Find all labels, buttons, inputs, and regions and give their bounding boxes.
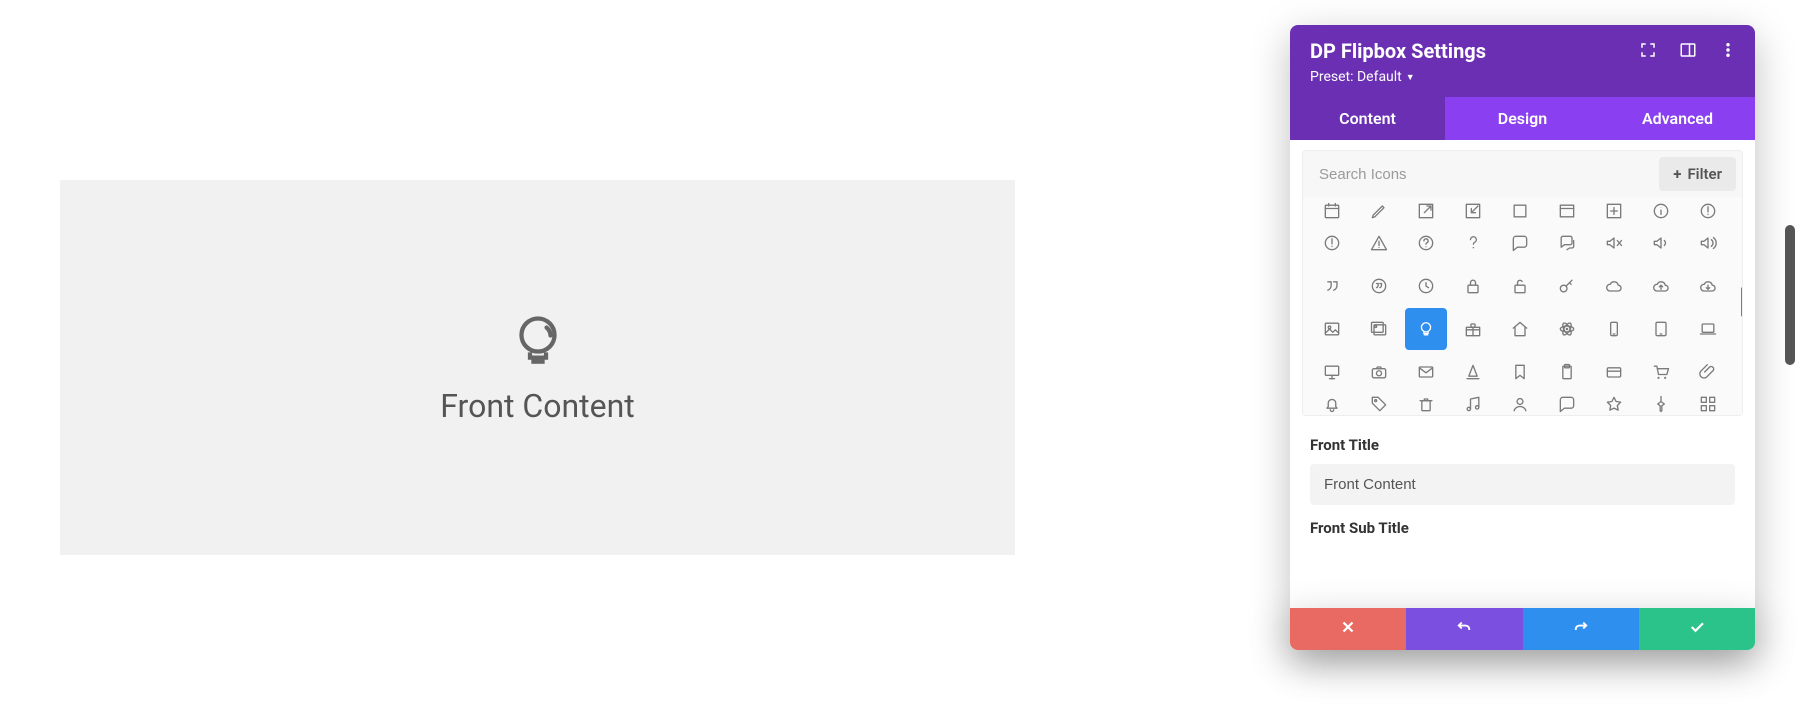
desktop-icon[interactable] — [1311, 351, 1353, 393]
redo-button[interactable] — [1523, 608, 1639, 650]
unlock-icon[interactable] — [1499, 265, 1541, 307]
preset-selector[interactable]: Preset: Default ▼ — [1310, 69, 1415, 85]
filter-label: Filter — [1687, 165, 1722, 183]
laptop-icon[interactable] — [1687, 308, 1729, 350]
lightbulb-icon — [506, 311, 570, 379]
key-icon[interactable] — [1546, 265, 1588, 307]
comments-icon[interactable] — [1546, 222, 1588, 264]
plus-icon: + — [1673, 165, 1681, 183]
front-title-label: Front Title — [1310, 436, 1735, 454]
filter-button[interactable]: + Filter — [1659, 157, 1736, 191]
comment-o-icon[interactable] — [1546, 394, 1588, 410]
quote-right-icon[interactable] — [1311, 265, 1353, 307]
plus-square-icon[interactable] — [1593, 201, 1635, 221]
question-icon[interactable] — [1452, 222, 1494, 264]
front-sub-title-label: Front Sub Title — [1310, 519, 1735, 537]
trash-icon[interactable] — [1405, 394, 1447, 410]
clock-icon[interactable] — [1405, 265, 1447, 307]
lightbulb-icon[interactable] — [1405, 308, 1447, 350]
card-icon[interactable] — [1593, 351, 1635, 393]
home-icon[interactable] — [1499, 308, 1541, 350]
icon-grid — [1303, 197, 1742, 415]
arrow-box-out-icon[interactable] — [1405, 201, 1447, 221]
tag-icon[interactable] — [1358, 394, 1400, 410]
icon-grid-scroll-indicator — [1741, 287, 1743, 317]
close-button[interactable] — [1290, 608, 1406, 650]
check-icon — [1688, 618, 1706, 640]
page-scrollbar-thumb[interactable] — [1785, 225, 1795, 365]
clipboard-icon[interactable] — [1546, 351, 1588, 393]
user-icon[interactable] — [1499, 394, 1541, 410]
flipbox-front-preview: Front Content — [60, 180, 1015, 555]
settings-panel: DP Flipbox Settings Preset: Default ▼ Co… — [1290, 25, 1755, 645]
calendar-icon[interactable] — [1311, 201, 1353, 221]
pencil-icon[interactable] — [1358, 201, 1400, 221]
star-icon[interactable] — [1593, 394, 1635, 410]
images-icon[interactable] — [1358, 308, 1400, 350]
panel-header: DP Flipbox Settings Preset: Default ▼ — [1290, 25, 1755, 97]
paperclip-icon[interactable] — [1687, 351, 1729, 393]
icon-search-input[interactable] — [1303, 154, 1653, 195]
warning-triangle-icon[interactable] — [1358, 222, 1400, 264]
square-icon[interactable] — [1499, 201, 1541, 221]
window-icon[interactable] — [1546, 201, 1588, 221]
volume-high-icon[interactable] — [1687, 222, 1729, 264]
quote-circle-icon[interactable] — [1358, 265, 1400, 307]
preset-label: Preset: Default — [1310, 69, 1402, 85]
redo-icon — [1572, 618, 1590, 640]
question-circle-icon[interactable] — [1405, 222, 1447, 264]
arrow-box-in-icon[interactable] — [1452, 201, 1494, 221]
settings-tabs: Content Design Advanced — [1290, 97, 1755, 140]
gift-icon[interactable] — [1452, 308, 1494, 350]
icon-picker: + Filter — [1302, 150, 1743, 416]
tab-advanced[interactable]: Advanced — [1600, 97, 1755, 140]
exclamation-circle-icon[interactable] — [1687, 201, 1729, 221]
dock-sidebar-icon[interactable] — [1679, 41, 1697, 59]
music-icon[interactable] — [1452, 394, 1494, 410]
kebab-menu-icon[interactable] — [1719, 41, 1737, 59]
atom-icon[interactable] — [1546, 308, 1588, 350]
close-icon — [1339, 618, 1357, 640]
front-content-title: Front Content — [440, 387, 634, 425]
tab-design[interactable]: Design — [1445, 97, 1600, 140]
cloud-down-icon[interactable] — [1687, 265, 1729, 307]
camera-icon[interactable] — [1358, 351, 1400, 393]
cone-icon[interactable] — [1452, 351, 1494, 393]
expand-icon[interactable] — [1639, 41, 1657, 59]
info-circle-icon[interactable] — [1640, 201, 1682, 221]
exclamation-circle-o-icon[interactable] — [1311, 222, 1353, 264]
lock-icon[interactable] — [1452, 265, 1494, 307]
cloud-icon[interactable] — [1593, 265, 1635, 307]
cloud-up-icon[interactable] — [1640, 265, 1682, 307]
undo-icon — [1455, 618, 1473, 640]
volume-mute-icon[interactable] — [1593, 222, 1635, 264]
volume-low-icon[interactable] — [1640, 222, 1682, 264]
save-button[interactable] — [1639, 608, 1755, 650]
panel-footer — [1290, 608, 1755, 650]
bell-icon[interactable] — [1311, 394, 1353, 410]
caret-down-icon: ▼ — [1406, 72, 1415, 83]
undo-button[interactable] — [1406, 608, 1522, 650]
tablet-icon[interactable] — [1640, 308, 1682, 350]
pushpin-icon[interactable] — [1640, 394, 1682, 410]
envelope-icon[interactable] — [1405, 351, 1447, 393]
image-icon[interactable] — [1311, 308, 1353, 350]
front-title-input[interactable] — [1310, 464, 1735, 505]
mobile-icon[interactable] — [1593, 308, 1635, 350]
tab-content[interactable]: Content — [1290, 97, 1445, 140]
cart-icon[interactable] — [1640, 351, 1682, 393]
grid-icon[interactable] — [1687, 394, 1729, 410]
comment-icon[interactable] — [1499, 222, 1541, 264]
bookmark-icon[interactable] — [1499, 351, 1541, 393]
